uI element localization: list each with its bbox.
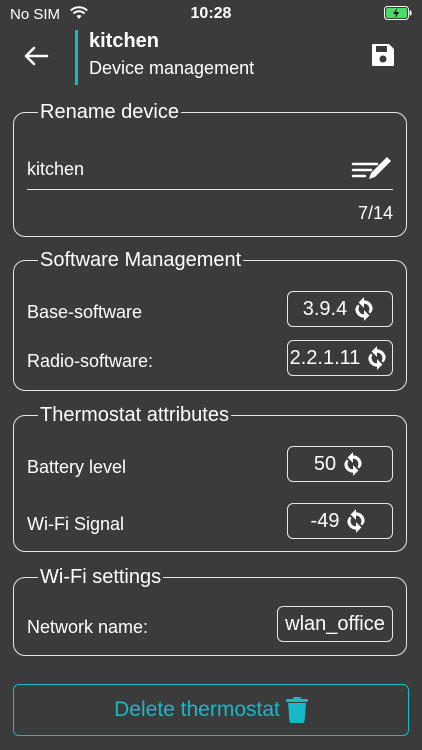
battery-charging-icon <box>384 6 412 25</box>
battery-level-refresh-button[interactable]: 50 <box>287 446 393 482</box>
arrow-left-icon <box>24 46 49 66</box>
wifi-signal-label: Wi-Fi Signal <box>27 514 125 534</box>
device-name-value: kitchen <box>27 159 85 179</box>
base-software-refresh-button[interactable]: 3.9.4 <box>287 291 393 327</box>
network-name-button[interactable]: wlan_office <box>277 606 393 642</box>
page-subtitle: Device management <box>89 58 255 78</box>
wifi-settings-legend: Wi-Fi settings <box>40 566 162 588</box>
refresh-icon <box>347 509 366 533</box>
network-name-label: Network name: <box>27 617 149 637</box>
base-software-label: Base-software <box>27 302 143 322</box>
status-time: 10:28 <box>190 5 232 22</box>
base-software-value: 3.9.4 <box>302 297 348 320</box>
refresh-icon <box>344 452 362 476</box>
refresh-icon <box>355 297 373 321</box>
thermostat-attributes-legend: Thermostat attributes <box>40 404 229 426</box>
refresh-icon <box>368 346 387 370</box>
back-button[interactable] <box>22 42 54 70</box>
edit-pencil-icon <box>351 157 391 179</box>
software-management-section: Software Management Base-software 3.9.4 … <box>13 249 407 391</box>
network-name-value: wlan_office <box>285 612 385 635</box>
wifi-settings-section: Wi-Fi settings Network name: wlan_office <box>13 566 407 656</box>
page-title: kitchen <box>89 30 160 52</box>
wifi-signal-refresh-button[interactable]: -49 <box>287 503 393 539</box>
rename-device-section: Rename device kitchen 7/14 <box>13 101 407 237</box>
save-button[interactable] <box>370 42 398 70</box>
device-name-input[interactable]: kitchen <box>27 149 393 190</box>
battery-level-label: Battery level <box>27 457 127 477</box>
radio-software-label: Radio-software: <box>27 351 154 371</box>
wifi-signal-value: -49 <box>310 509 340 532</box>
app-header: kitchen Device management <box>0 28 422 88</box>
save-floppy-icon <box>372 44 394 66</box>
radio-software-refresh-button[interactable]: 2.2.1.11 <box>287 340 393 376</box>
software-management-legend: Software Management <box>40 249 242 271</box>
character-counter: 7/14 <box>357 203 393 223</box>
trash-icon <box>285 697 308 723</box>
status-bar: No SIM 10:28 <box>0 0 422 28</box>
delete-thermostat-label: Delete thermostat <box>114 698 280 721</box>
header-accent-bar <box>75 30 78 85</box>
delete-thermostat-button[interactable]: Delete thermostat <box>13 684 409 736</box>
rename-device-legend: Rename device <box>40 101 179 123</box>
thermostat-attributes-section: Thermostat attributes Battery level 50 W… <box>13 404 407 552</box>
battery-level-value: 50 <box>313 452 337 475</box>
radio-software-value: 2.2.1.11 <box>289 346 361 369</box>
